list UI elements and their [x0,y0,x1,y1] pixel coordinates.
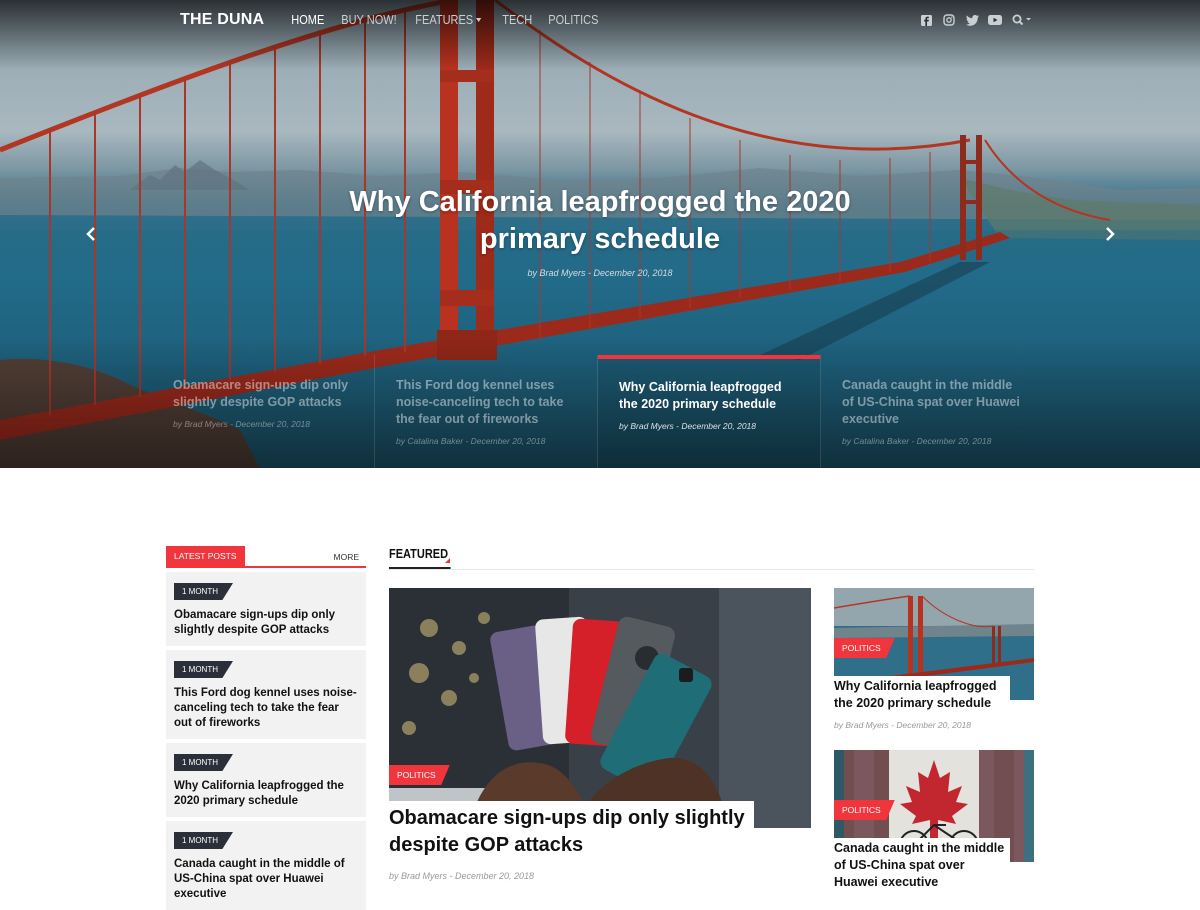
hero-slider: THE DUNA HOME BUY NOW! FEATURES TECH POL… [0,0,1200,468]
slider-prev-arrow[interactable] [83,226,99,242]
slide-meta: by Catalina Baker - December 20, 2018 [842,436,992,446]
post-title[interactable]: Canada caught in the middle of US-China … [834,838,1010,891]
social-links [919,13,1033,27]
slide-title: Obamacare sign-ups dip only slightly des… [173,378,349,409]
hero-meta: by Brad Myers - December 20, 2018 [527,268,673,278]
post-title[interactable]: Why California leapfrogged the 2020 prim… [174,779,358,809]
post-title[interactable]: This Ford dog kennel uses noise-cancelin… [174,686,358,731]
main-menu: HOME BUY NOW! FEATURES TECH POLITICS [286,13,612,27]
site-logo[interactable]: THE DUNA [167,0,279,40]
post-title[interactable]: Canada caught in the middle of US-China … [174,857,358,902]
section-title: FEATURED [389,547,451,569]
slide-meta: by Brad Myers - December 20, 2018 [173,419,311,429]
slider-thumb[interactable]: This Ford dog kennel uses noise-cancelin… [375,355,598,468]
slide-title: This Ford dog kennel uses noise-cancelin… [396,378,564,426]
category-badge[interactable]: POLITICS [834,800,895,820]
menu-item-tech[interactable]: TECH [497,13,538,27]
list-item[interactable]: 1 MONTH Obamacare sign-ups dip only slig… [166,572,366,646]
post-title[interactable]: Obamacare sign-ups dip only slightly des… [389,801,754,859]
category-badge[interactable]: POLITICS [389,765,450,785]
search-icon[interactable] [1011,13,1033,27]
chevron-down-icon [476,18,482,22]
featured-side-post: POLITICS Canada caught in the middle of … [834,750,1034,891]
list-item[interactable]: 1 MONTH This Ford dog kennel uses noise-… [166,650,366,739]
age-badge: 1 MONTH [174,832,233,849]
list-item[interactable]: 1 MONTH Why California leapfrogged the 2… [166,743,366,817]
hero-title[interactable]: Why California leapfrogged the 2020 prim… [300,184,900,258]
widget-header: LATEST POSTS MORE [166,546,366,568]
menu-item-features[interactable]: FEATURES [410,13,486,27]
top-nav: THE DUNA HOME BUY NOW! FEATURES TECH POL… [167,0,1033,40]
category-badge[interactable]: POLITICS [834,638,895,658]
slider-thumb[interactable]: Canada caught in the middle of US-China … [821,355,1044,468]
post-title[interactable]: Why California leapfrogged the 2020 prim… [834,676,1010,712]
widget-title: LATEST POSTS [166,546,245,566]
post-image[interactable]: POLITICS [389,588,811,828]
slider-thumbnails: Obamacare sign-ups dip only slightly des… [152,355,1047,468]
featured-side-post: POLITICS Why California leapfrogged the … [834,588,1034,730]
more-link[interactable]: MORE [334,552,367,566]
slide-title: Why California leapfrogged the 2020 prim… [619,380,782,411]
latest-posts-widget: LATEST POSTS MORE 1 MONTH Obamacare sign… [166,546,366,910]
menu-item-home[interactable]: HOME [286,13,330,27]
facebook-icon[interactable] [919,13,933,27]
featured-main-post: POLITICS Obamacare sign-ups dip only sli… [389,588,811,881]
age-badge: 1 MONTH [174,583,233,600]
corner-mark-icon [445,558,450,563]
list-item[interactable]: 1 MONTH Canada caught in the middle of U… [166,821,366,910]
slider-next-arrow[interactable] [1102,226,1118,242]
slide-title: Canada caught in the middle of US-China … [842,378,1020,426]
slide-meta: by Brad Myers - December 20, 2018 [619,421,757,431]
youtube-icon[interactable] [988,13,1002,27]
main-content: LATEST POSTS MORE 1 MONTH Obamacare sign… [0,468,1200,910]
instagram-icon[interactable] [942,13,956,27]
slide-meta: by Catalina Baker - December 20, 2018 [396,436,546,446]
post-meta: by Brad Myers - December 20, 2018 [834,720,972,730]
post-meta: by Brad Myers - December 20, 2018 [389,871,535,881]
twitter-icon[interactable] [965,13,979,27]
age-badge: 1 MONTH [174,661,233,678]
slider-thumb[interactable]: Obamacare sign-ups dip only slightly des… [152,355,375,468]
menu-item-politics[interactable]: POLITICS [543,13,604,27]
post-title[interactable]: Obamacare sign-ups dip only slightly des… [174,608,358,638]
menu-item-buy-now[interactable]: BUY NOW! [336,13,402,27]
age-badge: 1 MONTH [174,754,233,771]
featured-header: FEATURED [389,546,1034,570]
slider-thumb-active[interactable]: Why California leapfrogged the 2020 prim… [598,355,821,468]
